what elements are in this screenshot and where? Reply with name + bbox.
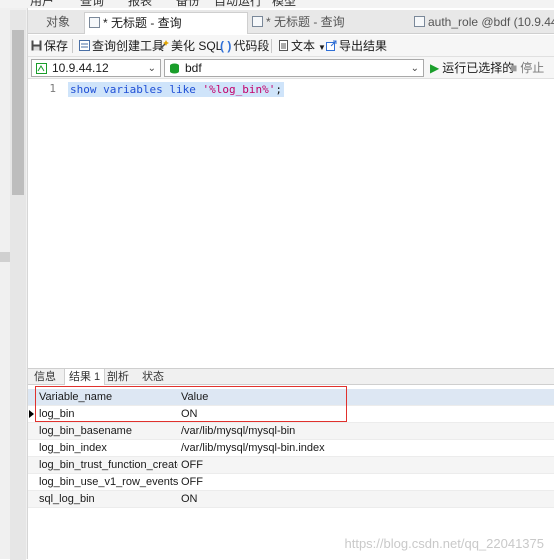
query-builder-button[interactable]: 查询创建工具 (79, 38, 164, 54)
table-row[interactable]: sql_log_bin ON (28, 491, 554, 508)
tab-untitled-query-2-label: * 无标题 - 查询 (266, 15, 345, 29)
sql-string-pattern: '%log_bin%' (202, 83, 276, 96)
table-tab-icon (414, 16, 425, 27)
stop-button[interactable]: ■ 停止 (510, 60, 544, 76)
sql-keyword-show: show (70, 83, 97, 96)
text-button[interactable]: 文本 ▼ (278, 38, 326, 54)
line-number: 1 (49, 82, 56, 95)
menu-users[interactable]: 用户 (30, 0, 54, 9)
red-annotation-box (35, 386, 347, 422)
table-cell[interactable]: log_bin_basename (37, 423, 178, 439)
tab-untitled-query-2[interactable]: * 无标题 - 查询 (248, 12, 408, 34)
run-selected-button[interactable]: ▶ 运行已选择的 (430, 60, 514, 76)
query-builder-icon (79, 40, 90, 51)
table-row[interactable]: log_bin_basename /var/lib/mysql/mysql-bi… (28, 423, 554, 440)
toolbar-separator (72, 39, 73, 53)
connection-select[interactable]: 10.9.44.12 ⌄ (31, 59, 161, 77)
export-icon (326, 40, 337, 51)
query-tab-icon (252, 16, 263, 27)
menu-report[interactable]: 报表 (128, 0, 152, 9)
play-icon: ▶ (430, 61, 440, 75)
stop-icon: ■ (510, 61, 518, 75)
menu-query[interactable]: 查询 (80, 0, 104, 9)
magic-wand-icon (158, 40, 169, 51)
toolbar: 保存 查询创建工具 美化 SQL ( ) 代码段 文本 ▼ 导出结果 (28, 35, 554, 57)
table-row[interactable]: log_bin_index /var/lib/mysql/mysql-bin.i… (28, 440, 554, 457)
beautify-sql-button[interactable]: 美化 SQL (158, 38, 222, 54)
table-cell[interactable]: log_bin_use_v1_row_events (37, 474, 178, 490)
database-select[interactable]: bdf ⌄ (164, 59, 424, 77)
table-row[interactable]: log_bin_use_v1_row_events OFF (28, 474, 554, 491)
menu-bar: 用户 查询 报表 备份 自动运行 模型 (0, 0, 554, 8)
save-icon (31, 40, 42, 51)
table-cell[interactable]: ON (179, 491, 379, 507)
sql-semicolon: ; (275, 83, 282, 96)
table-cell[interactable]: /var/lib/mysql/mysql-bin (179, 423, 379, 439)
export-result-button[interactable]: 导出结果 (326, 38, 387, 54)
chevron-down-icon: ⌄ (147, 63, 156, 74)
table-cell[interactable]: log_bin_index (37, 440, 178, 456)
menu-model[interactable]: 模型 (272, 0, 296, 9)
tab-profile[interactable]: 剖析 (103, 369, 133, 385)
tab-objects-label: 对象 (46, 15, 71, 29)
tab-untitled-query-active[interactable]: * 无标题 - 查询 (84, 12, 248, 34)
table-row[interactable]: log_bin_trust_function_creators OFF (28, 457, 554, 474)
watermark-text: https://blog.csdn.net/qq_22041375 (344, 536, 545, 551)
tab-message[interactable]: 信息 (30, 369, 60, 385)
tab-auth-role-label: auth_role @bdf (10.9.44.12 (428, 15, 554, 29)
tab-untitled-query-label: * 无标题 - 查询 (103, 16, 182, 30)
sql-code-line[interactable]: show variables like '%log_bin%'; (68, 82, 284, 97)
left-panel-marker (0, 252, 10, 262)
connection-value: 10.9.44.12 (52, 61, 109, 75)
table-cell[interactable]: log_bin_trust_function_creators (37, 457, 178, 473)
run-selected-label: 运行已选择的 (442, 61, 515, 75)
code-snippet-button[interactable]: ( ) 代码段 (220, 38, 269, 54)
query-builder-label: 查询创建工具 (92, 39, 165, 53)
table-cell[interactable]: OFF (179, 457, 379, 473)
save-label: 保存 (44, 39, 69, 53)
tab-objects[interactable]: 对象 (42, 12, 88, 34)
document-icon (279, 40, 288, 51)
toolbar-separator (271, 39, 272, 53)
editor-gutter: 1 (28, 80, 58, 368)
code-snippet-label: 代码段 (233, 39, 270, 53)
database-icon (170, 63, 179, 74)
sql-editor[interactable]: 1 show variables like '%log_bin%'; (28, 80, 554, 368)
result-tabs: 信息 结果 1 剖析 状态 (28, 368, 554, 385)
database-value: bdf (185, 61, 202, 75)
tab-bar: 对象 * 无标题 - 查询 * 无标题 - 查询 auth_role @bdf … (28, 10, 554, 34)
sql-keyword-variables: variables (103, 83, 163, 96)
tab-auth-role-table[interactable]: auth_role @bdf (10.9.44.12 (410, 12, 554, 34)
connection-bar: 10.9.44.12 ⌄ bdf ⌄ ▶ 运行已选择的 ■ 停止 (28, 57, 554, 79)
tab-result-1[interactable]: 结果 1 (64, 369, 106, 385)
stop-label: 停止 (520, 61, 545, 75)
chevron-down-icon: ▼ (318, 43, 326, 52)
code-snippet-icon: ( ) (220, 39, 232, 53)
left-scrollbar-thumb[interactable] (12, 30, 24, 195)
table-cell[interactable]: sql_log_bin (37, 491, 178, 507)
menu-backup[interactable]: 备份 (176, 0, 200, 9)
sql-keyword-like: like (169, 83, 196, 96)
save-button[interactable]: 保存 (31, 38, 68, 54)
table-cell[interactable]: /var/lib/mysql/mysql-bin.index (179, 440, 379, 456)
current-row-pointer-icon (29, 410, 34, 418)
table-cell[interactable]: OFF (179, 474, 379, 490)
beautify-sql-label: 美化 SQL (171, 39, 223, 53)
tab-status[interactable]: 状态 (138, 369, 168, 385)
text-label: 文本 (291, 39, 316, 53)
query-tab-icon (89, 17, 100, 28)
chevron-down-icon: ⌄ (410, 63, 419, 74)
export-result-label: 导出结果 (339, 39, 388, 53)
connection-icon (36, 63, 47, 74)
menu-automation[interactable]: 自动运行 (214, 0, 262, 9)
